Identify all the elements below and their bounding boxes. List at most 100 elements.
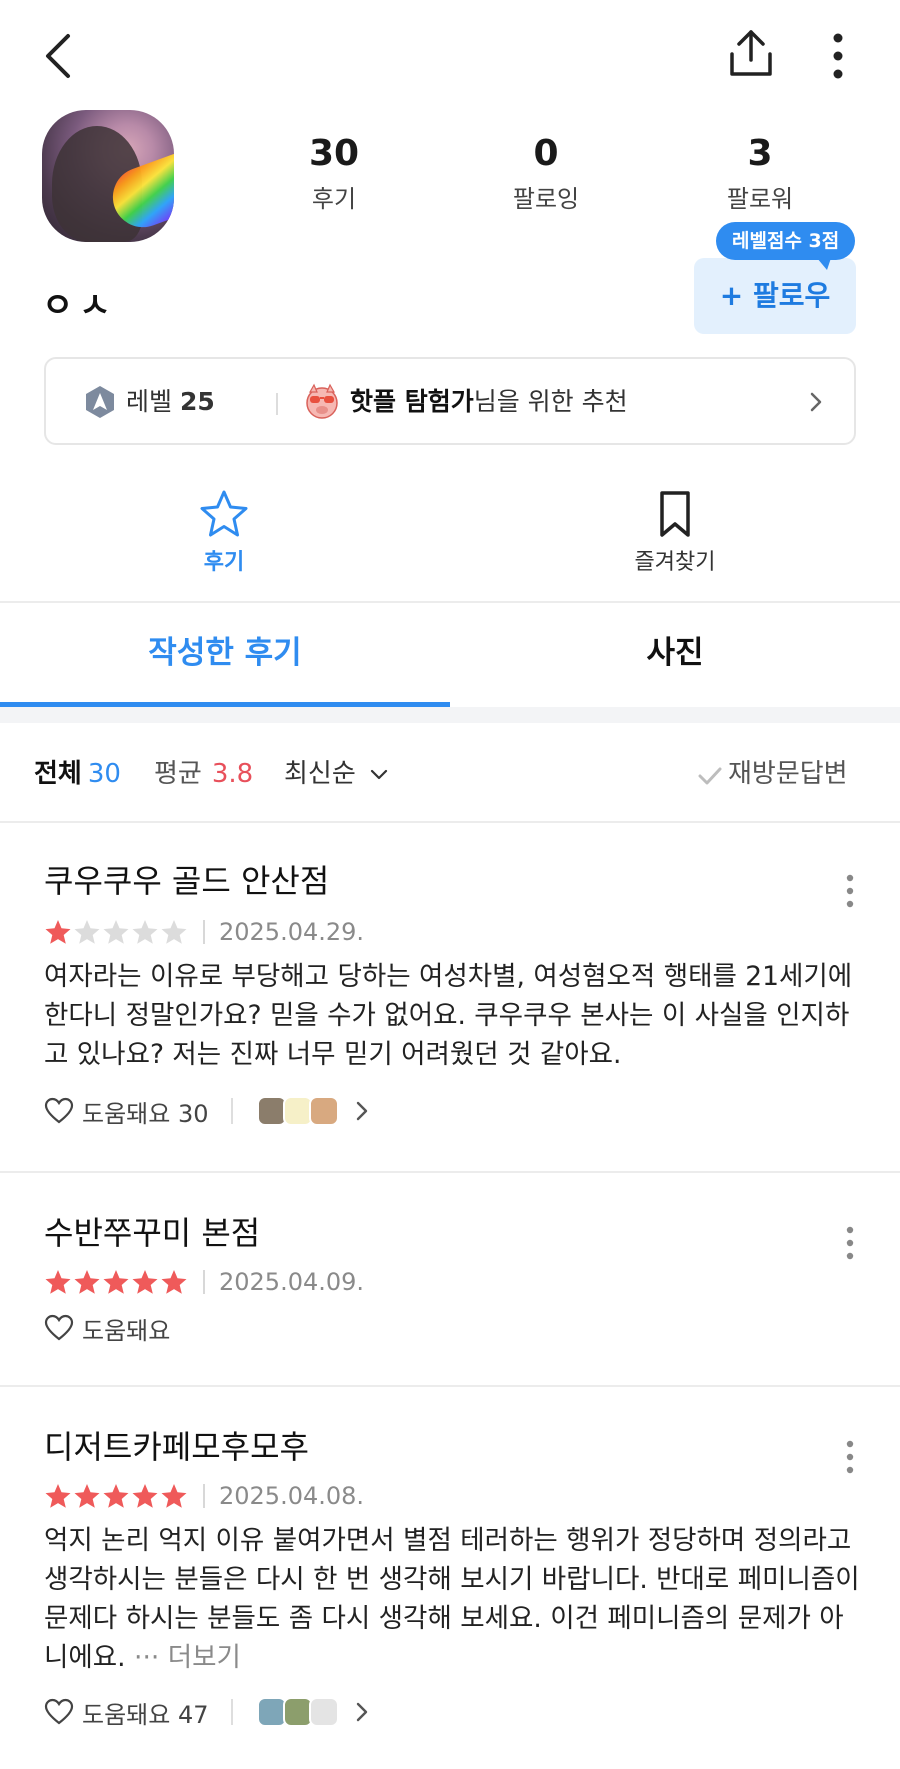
star-rating <box>44 1268 189 1296</box>
stat-followers[interactable]: 3 팔로워 <box>690 132 830 214</box>
helpful-label[interactable]: 도움돼요 47 <box>82 1695 209 1730</box>
tab-photos[interactable]: 사진 <box>450 603 900 707</box>
more-vertical-icon[interactable] <box>840 1437 860 1477</box>
reactor-avatar <box>308 1096 339 1126</box>
share-button[interactable] <box>724 26 778 82</box>
stat-label: 팔로워 <box>726 185 794 213</box>
revisit-label: 재방문답변 <box>728 759 848 789</box>
section-gap <box>0 707 900 723</box>
stat-reviews[interactable]: 30 후기 <box>264 132 404 214</box>
review-body: 여자라는 이유로 부당해고 당하는 여성차별, 여성혐오적 행태를 21세기에 … <box>44 957 864 1074</box>
helpful-row: 도움돼요 30 <box>44 1091 371 1131</box>
tab-label: 사진 <box>646 635 704 671</box>
top-bar <box>0 0 900 110</box>
review-body: 억지 논리 억지 이유 붙여가면서 별점 테러하는 행위가 정당하며 정의라고 … <box>44 1521 864 1677</box>
revisit-filter-toggle[interactable]: 재방문답변 <box>698 757 848 791</box>
review-date: 2025.04.09. <box>219 1268 365 1296</box>
average-rating: 평균 3.8 <box>154 757 253 791</box>
chevron-right-icon <box>810 392 822 412</box>
star-filled-icon <box>161 1270 187 1294</box>
level-value: 25 <box>179 387 215 416</box>
review-place-name[interactable]: 수반쭈꾸미 본점 <box>44 1212 260 1254</box>
reactor-avatar <box>308 1697 339 1727</box>
check-icon <box>698 767 722 785</box>
average-label: 평균 <box>154 759 202 789</box>
follow-button[interactable]: + 팔로우 <box>694 258 856 334</box>
more-vertical-icon <box>833 33 843 79</box>
more-vertical-icon[interactable] <box>840 871 860 911</box>
divider <box>203 1484 205 1508</box>
star-filled-icon <box>103 1484 129 1508</box>
review-date: 2025.04.29. <box>219 918 365 946</box>
divider <box>203 1270 205 1294</box>
star-empty-icon <box>132 920 158 944</box>
recommendation-suffix: 님을 위한 추천 <box>473 387 628 416</box>
recommendation-banner[interactable]: 레벨 25 핫플 탐험가님을 위한 추천 <box>44 357 856 445</box>
more-vertical-icon[interactable] <box>840 1223 860 1263</box>
stat-value: 30 <box>308 133 360 174</box>
back-button[interactable] <box>38 28 82 84</box>
avatar[interactable] <box>42 110 174 242</box>
level-prefix: 레벨 <box>126 387 173 416</box>
star-filled-icon <box>161 1484 187 1508</box>
star-empty-icon <box>161 920 187 944</box>
tab-reviews[interactable]: 후기 <box>124 488 324 578</box>
star-filled-icon <box>45 1270 71 1294</box>
heart-icon[interactable] <box>44 1314 74 1342</box>
star-filled-icon <box>132 1484 158 1508</box>
star-filled-icon <box>74 1484 100 1508</box>
filter-all-count: 30 <box>87 759 121 789</box>
stat-following[interactable]: 0 팔로잉 <box>476 132 616 214</box>
tab-bookmarks[interactable]: 즐겨찾기 <box>575 488 775 578</box>
star-empty-icon <box>74 920 100 944</box>
divider <box>230 1699 233 1725</box>
helpful-label[interactable]: 도움돼요 <box>82 1311 170 1346</box>
tab-label: 후기 <box>203 550 245 575</box>
review-item: 디저트카페모후모후 2025.04.08. 억지 논리 억지 이유 붙여가면서 … <box>0 1387 900 1769</box>
stat-value: 3 <box>747 133 773 174</box>
review-place-name[interactable]: 쿠우쿠우 골드 안산점 <box>44 860 329 902</box>
review-item: 수반쭈꾸미 본점 2025.04.09. 도움돼요 <box>0 1173 900 1387</box>
star-empty-icon <box>103 920 129 944</box>
star-filled-icon <box>132 1270 158 1294</box>
profile-nickname: ㅇㅅ <box>42 286 117 326</box>
helpful-row: 도움돼요 <box>44 1308 170 1348</box>
star-icon <box>200 490 248 537</box>
stat-label: 후기 <box>311 185 357 213</box>
divider <box>230 1098 233 1124</box>
recommendation-text: 핫플 탐험가님을 위한 추천 <box>350 385 628 419</box>
star-filled-icon <box>45 1484 71 1508</box>
star-filled-icon <box>103 1270 129 1294</box>
helpful-row: 도움돼요 47 <box>44 1692 371 1732</box>
more-options-button[interactable] <box>818 30 858 84</box>
review-rating: 2025.04.09. <box>44 1265 364 1299</box>
chevron-right-icon[interactable] <box>353 1099 371 1123</box>
review-place-name[interactable]: 디저트카페모후모후 <box>44 1426 309 1468</box>
average-value: 3.8 <box>211 759 254 789</box>
chevron-down-icon <box>370 769 388 779</box>
level-hexagon-icon <box>86 386 114 418</box>
filter-all[interactable]: 전체 30 <box>34 757 121 791</box>
helpful-label[interactable]: 도움돼요 30 <box>82 1094 209 1129</box>
explorer-name: 핫플 탐험가 <box>350 387 474 416</box>
star-filled-icon <box>74 1270 100 1294</box>
stat-label: 팔로잉 <box>512 185 580 213</box>
review-text: 여자라는 이유로 부당해고 당하는 여성차별, 여성혐오적 행태를 21세기에 … <box>44 961 853 1070</box>
heart-icon[interactable] <box>44 1097 74 1125</box>
tab-written-reviews[interactable]: 작성한 후기 <box>0 603 450 707</box>
star-filled-icon <box>45 920 71 944</box>
chevron-right-icon[interactable] <box>353 1700 371 1724</box>
tab-label: 즐겨찾기 <box>634 550 716 575</box>
level-score-badge: 레벨점수 3점 <box>716 222 856 270</box>
filter-all-label: 전체 <box>34 759 82 789</box>
heart-icon[interactable] <box>44 1698 74 1726</box>
review-item: 쿠우쿠우 골드 안산점 2025.04.29. 여자라는 이유로 부당해고 당하… <box>0 823 900 1173</box>
sort-dropdown[interactable]: 최신순 <box>284 757 388 791</box>
filter-bar: 전체 30 평균 3.8 최신순 재방문답변 <box>0 723 900 823</box>
sort-label: 최신순 <box>284 759 356 789</box>
read-more-link[interactable]: ··· 더보기 <box>134 1642 241 1673</box>
review-date: 2025.04.08. <box>219 1482 365 1510</box>
star-rating <box>44 1482 189 1510</box>
share-upload-icon <box>730 30 772 76</box>
divider <box>276 393 278 415</box>
